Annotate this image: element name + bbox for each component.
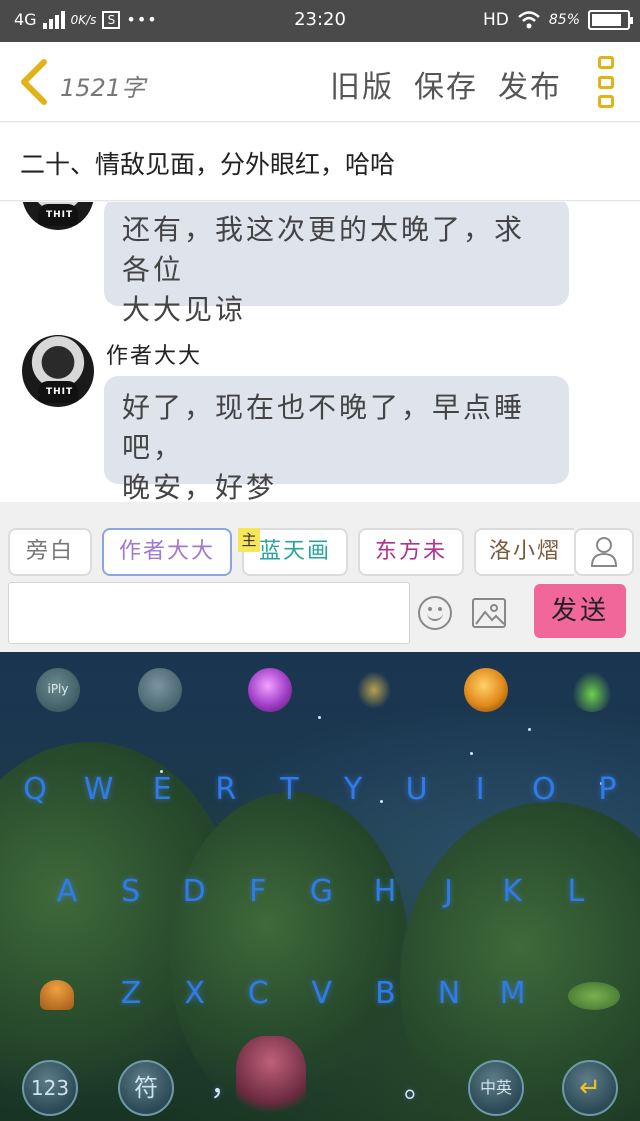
key-z[interactable]: Z bbox=[106, 976, 156, 1011]
key-t[interactable]: T bbox=[264, 772, 314, 807]
dice-icon[interactable] bbox=[138, 668, 182, 712]
old-version-button[interactable]: 旧版 bbox=[330, 62, 394, 106]
top-nav: 1521字 旧版 保存 发布 bbox=[0, 42, 640, 122]
chat-area[interactable]: THIT 还有，我这次更的太晚了，求各位 大大见谅 THIT 作者大大 好了，现… bbox=[0, 202, 640, 502]
key-h[interactable]: H bbox=[360, 874, 410, 909]
key-f[interactable]: F bbox=[233, 874, 283, 909]
key-a[interactable]: A bbox=[42, 874, 92, 909]
role-author[interactable]: 作者大大 bbox=[102, 528, 232, 576]
avatar[interactable]: THIT bbox=[22, 202, 94, 230]
chapter-title: 二十、情敌见面，分外眼红，哈哈 bbox=[20, 150, 396, 179]
wifi-icon bbox=[518, 11, 540, 29]
star-decoration bbox=[318, 716, 321, 719]
apple-icon[interactable] bbox=[464, 668, 508, 712]
add-role-button[interactable] bbox=[574, 528, 634, 576]
numbers-key[interactable]: 123 bbox=[22, 1060, 78, 1116]
word-count: 1521字 bbox=[60, 74, 146, 102]
language-switch-key[interactable]: 中英 bbox=[468, 1060, 524, 1116]
key-j[interactable]: J bbox=[424, 874, 474, 909]
status-bar: 4G 0K/s S ••• 23:20 HD 85% bbox=[0, 0, 640, 42]
message-line: 好了，现在也不晚了，早点睡吧， bbox=[122, 391, 526, 464]
sender-name: 作者大大 bbox=[106, 344, 203, 369]
key-p[interactable]: P bbox=[582, 772, 632, 807]
key-i[interactable]: I bbox=[455, 772, 505, 807]
key-o[interactable]: O bbox=[519, 772, 569, 807]
save-button[interactable]: 保存 bbox=[414, 62, 478, 106]
key-b[interactable]: B bbox=[360, 976, 410, 1011]
image-icon[interactable] bbox=[472, 598, 506, 628]
publish-button[interactable]: 发布 bbox=[498, 62, 562, 106]
key-k[interactable]: K bbox=[487, 874, 537, 909]
keyboard: iPly QWERTYUIOP ASDFGHJKL ZXCVBNM 123 符 … bbox=[0, 652, 640, 1121]
enter-key[interactable]: ↵ bbox=[562, 1060, 618, 1116]
orb-icon[interactable] bbox=[248, 668, 292, 712]
fairy-decoration bbox=[236, 1036, 306, 1121]
key-u[interactable]: U bbox=[392, 772, 442, 807]
message-bubble[interactable]: 好了，现在也不晚了，早点睡吧， 晚安，好梦 bbox=[104, 376, 569, 502]
role-luoxiaoyi[interactable]: 洛小熠 bbox=[474, 528, 574, 576]
key-g[interactable]: G bbox=[296, 874, 346, 909]
key-l[interactable]: L bbox=[551, 874, 601, 909]
key-x[interactable]: X bbox=[170, 976, 220, 1011]
nav-actions: 旧版 保存 发布 bbox=[330, 62, 562, 106]
message-input[interactable] bbox=[8, 582, 410, 644]
main-role-badge: 主 bbox=[238, 528, 260, 552]
symbols-key[interactable]: 符 bbox=[118, 1060, 174, 1116]
picture-glyph bbox=[475, 604, 504, 625]
person-icon bbox=[590, 537, 618, 567]
key-d[interactable]: D bbox=[169, 874, 219, 909]
leaf-backspace-icon[interactable] bbox=[568, 982, 620, 1010]
key-s[interactable]: S bbox=[106, 874, 156, 909]
battery-percent: 85% bbox=[548, 12, 580, 28]
key-v[interactable]: V bbox=[297, 976, 347, 1011]
menu-icon[interactable] bbox=[598, 56, 618, 108]
star-decoration bbox=[528, 728, 531, 731]
message-line: 晚安，好梦 bbox=[122, 471, 278, 502]
mushroom-icon bbox=[40, 980, 74, 1010]
period-key[interactable]: 。 bbox=[394, 1062, 444, 1106]
dragonfly-icon[interactable] bbox=[354, 668, 394, 712]
message-line: 大大见谅 bbox=[122, 293, 247, 326]
battery-fill bbox=[592, 14, 621, 26]
star-decoration bbox=[470, 752, 473, 755]
role-narrator[interactable]: 旁白 bbox=[8, 528, 92, 576]
hd-label: HD bbox=[483, 10, 509, 30]
key-n[interactable]: N bbox=[424, 976, 474, 1011]
send-button[interactable]: 发送 bbox=[534, 584, 626, 638]
key-y[interactable]: Y bbox=[328, 772, 378, 807]
star-decoration bbox=[380, 800, 383, 803]
role-dongfangwei[interactable]: 东方未 bbox=[358, 528, 464, 576]
key-w[interactable]: W bbox=[74, 772, 124, 807]
role-bar: 旁白 作者大大 蓝天画 主 东方未 洛小熠 发送 bbox=[0, 502, 640, 652]
key-m[interactable]: M bbox=[488, 976, 538, 1011]
message-line: 还有，我这次更的太晚了，求各位 bbox=[122, 213, 526, 286]
battery-icon bbox=[588, 10, 633, 30]
key-c[interactable]: C bbox=[233, 976, 283, 1011]
avatar[interactable]: THIT bbox=[22, 335, 94, 407]
sprout-icon[interactable] bbox=[570, 668, 614, 712]
status-right: HD 85% bbox=[483, 10, 633, 30]
emoji-icon[interactable] bbox=[418, 596, 452, 630]
key-r[interactable]: R bbox=[201, 772, 251, 807]
key-q[interactable]: Q bbox=[10, 772, 60, 807]
message-bubble[interactable]: 还有，我这次更的太晚了，求各位 大大见谅 bbox=[104, 202, 569, 326]
key-e[interactable]: E bbox=[137, 772, 187, 807]
chapter-title-bar[interactable]: 二十、情敌见面，分外眼红，哈哈 bbox=[0, 123, 640, 201]
back-icon[interactable] bbox=[14, 56, 54, 108]
ifly-icon[interactable]: iPly bbox=[36, 668, 80, 712]
